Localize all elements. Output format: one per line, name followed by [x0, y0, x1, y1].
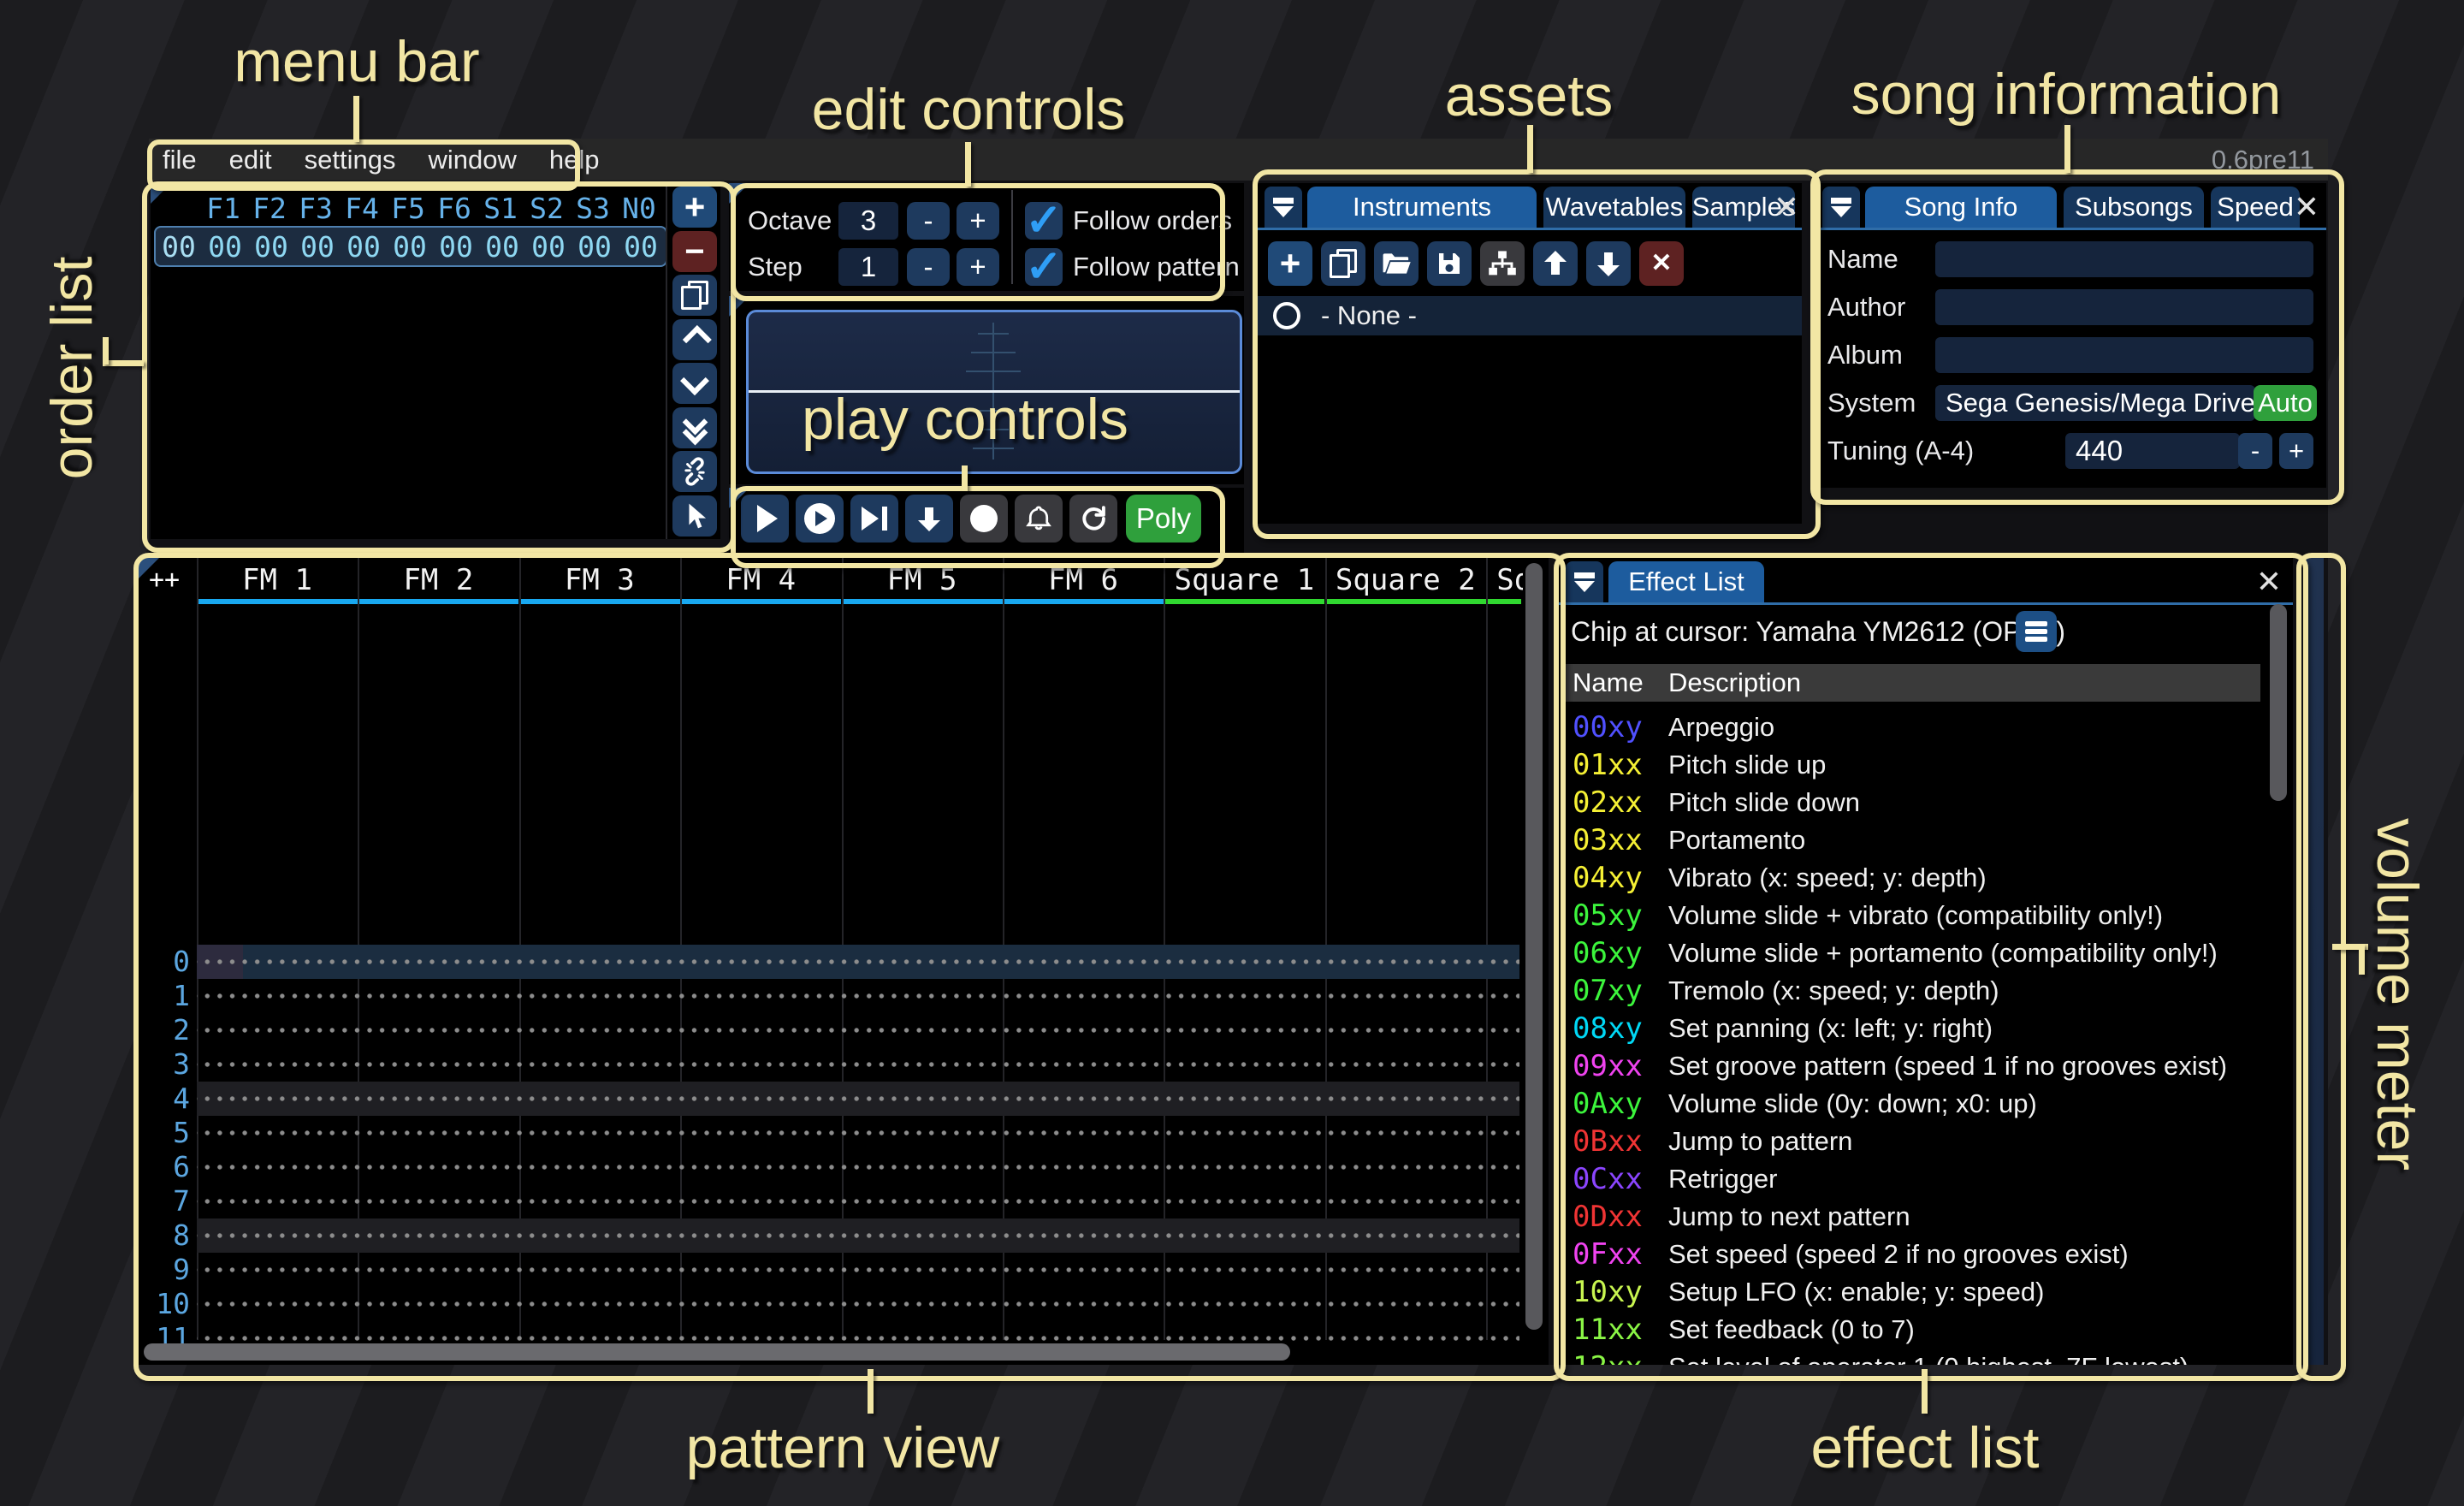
- annotation-connector: [2064, 125, 2070, 173]
- annotation-connector: [353, 96, 359, 142]
- annotation-rect-order-list: [142, 181, 736, 553]
- annotation-label-pattern-view: pattern view: [686, 1414, 1000, 1481]
- annotation-rect-effect-list: [1554, 553, 2308, 1381]
- annotation-label-song-information: song information: [1851, 61, 2282, 127]
- annotation-connector: [103, 360, 144, 366]
- annotation-connector: [868, 1369, 874, 1414]
- screenshot-root: fileeditsettingswindowhelp 0.6pre11 F1F2…: [0, 0, 2464, 1506]
- annotation-label-menu-bar: menu bar: [234, 28, 479, 95]
- annotation-label-play-controls: play controls: [802, 386, 1128, 453]
- annotation-connector: [1922, 1369, 1928, 1414]
- annotation-label-order-list: order list: [38, 257, 105, 480]
- annotation-rect-pattern-view: [133, 553, 1566, 1381]
- annotation-label-volume-meter: volume meter: [2364, 818, 2431, 1171]
- annotation-rect-edit-controls: [731, 183, 1225, 301]
- annotation-label-edit-controls: edit controls: [812, 76, 1126, 143]
- annotation-rect-song-info: [1810, 169, 2344, 505]
- scope-tick: [971, 352, 1016, 353]
- scope-tick: [978, 333, 1009, 335]
- annotation-rect-volume-meter: [2296, 553, 2346, 1381]
- annotation-label-assets: assets: [1445, 62, 1614, 129]
- annotation-connector: [962, 465, 968, 491]
- annotation-label-effect-list: effect list: [1810, 1414, 2039, 1481]
- annotation-connector: [1527, 125, 1533, 173]
- annotation-rect-assets: [1253, 169, 1821, 539]
- annotation-connector: [965, 142, 971, 187]
- scope-tick: [966, 371, 1021, 372]
